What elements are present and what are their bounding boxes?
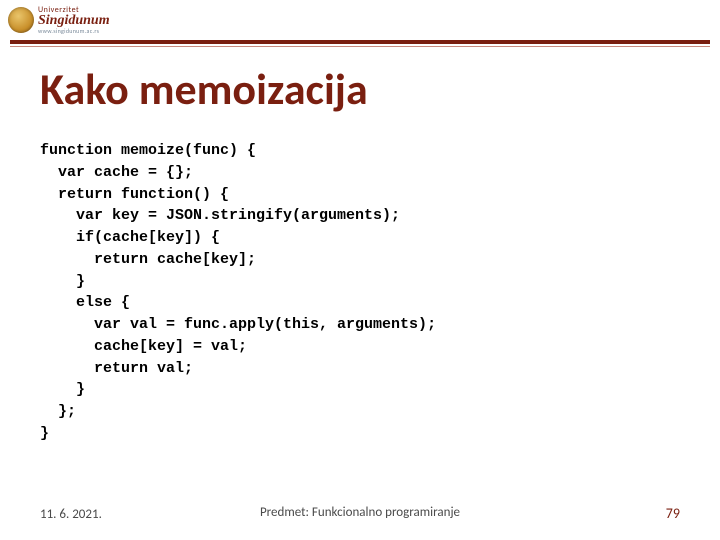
logo-name: Singidunum	[38, 14, 110, 28]
code-block: function memoize(func) { var cache = {};…	[40, 140, 680, 445]
logo-subtext: www.singidunum.ac.rs	[38, 28, 110, 34]
slide-title: Kako memoizacija	[40, 62, 368, 116]
divider-thin	[10, 46, 710, 47]
footer-subject: Predmet: Funkcionalno programiranje	[40, 505, 680, 520]
footer-page-number: 79	[666, 505, 680, 522]
slide-footer: 11. 6. 2021. Predmet: Funkcionalno progr…	[40, 505, 680, 522]
logo-seal-icon	[8, 7, 34, 33]
divider-thick	[10, 40, 710, 44]
footer-date: 11. 6. 2021.	[40, 507, 102, 522]
logo-text: Univerzitet Singidunum www.singidunum.ac…	[38, 6, 110, 34]
logo-block: Univerzitet Singidunum www.singidunum.ac…	[8, 6, 110, 34]
